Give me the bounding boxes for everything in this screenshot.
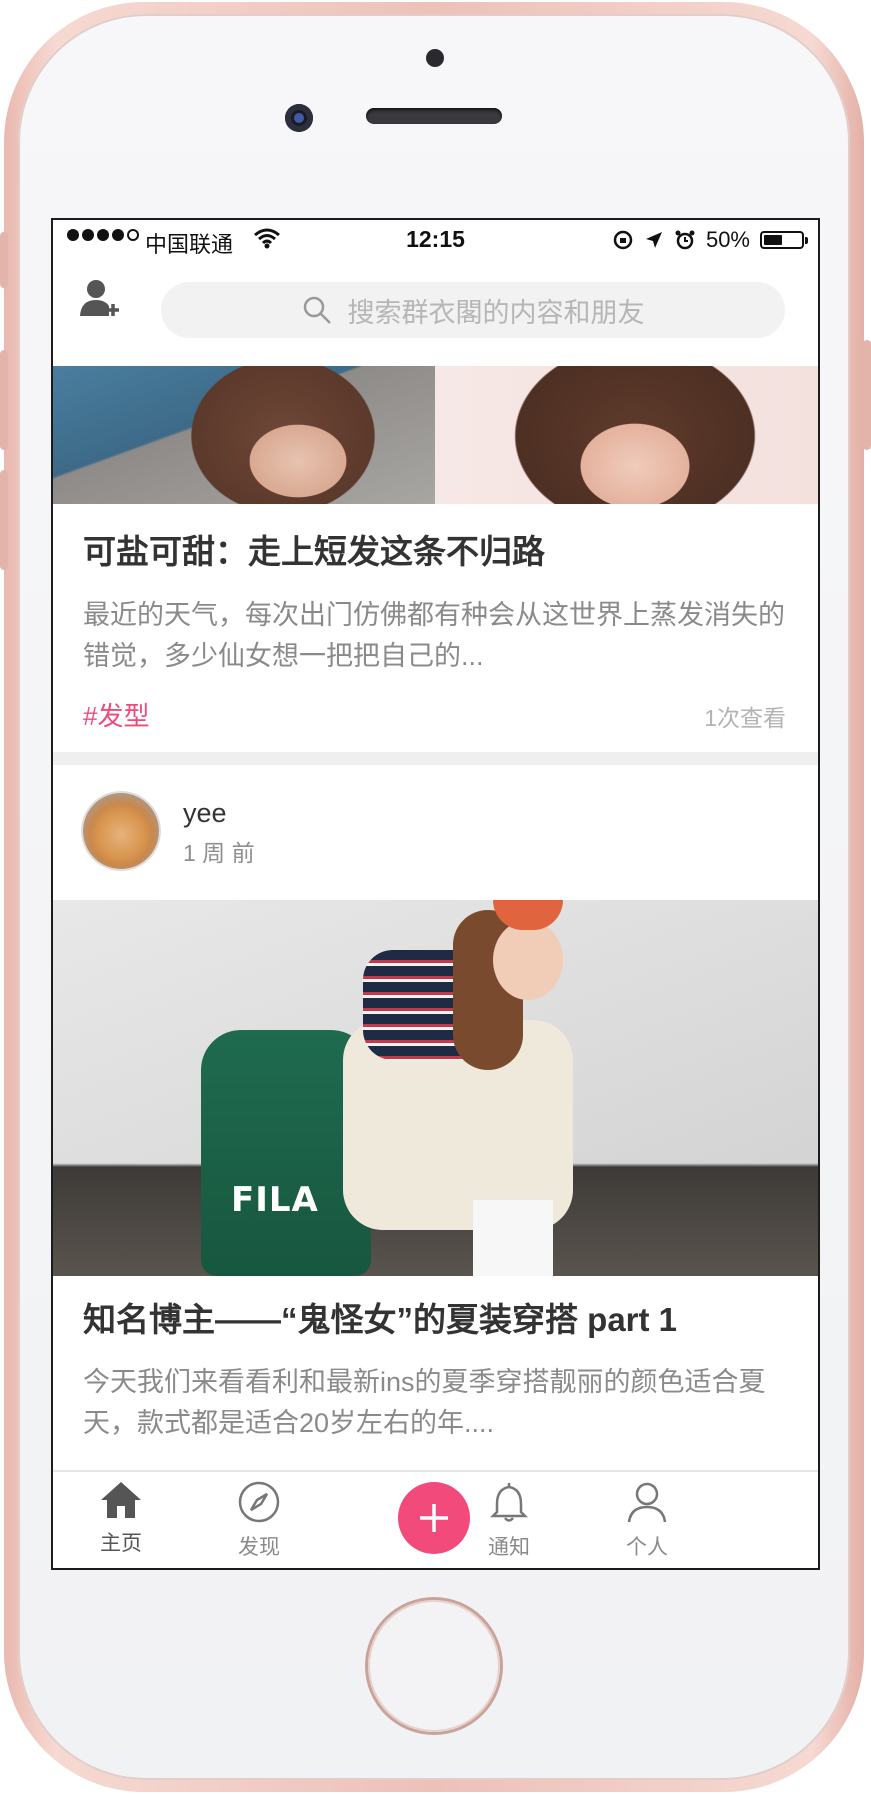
battery-icon — [760, 231, 808, 249]
tab-profile[interactable]: 个人 — [587, 1480, 707, 1561]
top-bar: 搜索群衣閣的内容和朋友 — [53, 260, 818, 344]
feed-divider — [53, 752, 818, 765]
volume-down-button — [0, 470, 8, 570]
bell-icon — [489, 1482, 529, 1522]
backpack-logo-text: FILA — [231, 1180, 319, 1220]
post-tag[interactable]: #发型 — [83, 696, 149, 733]
tab-discover-label: 发现 — [238, 1536, 280, 1559]
home-button[interactable] — [368, 1600, 500, 1732]
tab-bar: 主页 发现 通知 个人 — [53, 1470, 818, 1568]
add-friend-icon[interactable] — [79, 278, 121, 318]
post-excerpt[interactable]: 最近的天气，每次出门仿佛都有种会从这世界上蒸发消失的错觉，多少仙女想一把把自己的… — [83, 595, 795, 677]
front-camera — [285, 104, 313, 132]
alarm-icon — [675, 230, 695, 250]
author-name[interactable]: yee — [183, 798, 227, 829]
compass-icon — [238, 1481, 280, 1523]
search-placeholder: 搜索群衣閣的内容和朋友 — [347, 297, 645, 328]
status-right-group: 50% — [612, 227, 808, 253]
post-cover-image-right[interactable] — [435, 366, 818, 504]
mute-switch — [0, 232, 8, 288]
person-icon — [627, 1482, 667, 1523]
proximity-sensor — [426, 49, 444, 67]
person-graphic — [343, 900, 603, 1276]
tab-discover[interactable]: 发现 — [199, 1480, 319, 1561]
post-cover-image-left[interactable] — [53, 366, 435, 504]
tab-notifications-label: 通知 — [488, 1536, 530, 1559]
author-avatar[interactable] — [83, 793, 159, 869]
battery-percentage: 50% — [705, 227, 750, 252]
post-excerpt-2[interactable]: 今天我们来看看利和最新ins的夏季穿搭靓丽的颜色适合夏天，款式都是适合20岁左右… — [83, 1362, 795, 1444]
status-bar: 中国联通 12:15 50% — [53, 220, 818, 260]
home-icon — [101, 1482, 141, 1518]
tab-profile-label: 个人 — [626, 1536, 668, 1559]
location-arrow-icon — [645, 232, 662, 248]
post-view-count: 1次查看 — [704, 705, 786, 731]
post-title[interactable]: 可盐可甜：走上短发这条不归路 — [83, 525, 545, 573]
tab-notifications[interactable]: 通知 — [449, 1480, 569, 1561]
post-cover-images[interactable] — [53, 366, 818, 504]
rotation-lock-icon — [613, 230, 633, 250]
earpiece-speaker — [366, 108, 502, 124]
post-title-2[interactable]: 知名博主——“鬼怪女”的夏装穿搭 part 1 — [83, 1293, 677, 1341]
tab-home[interactable]: 主页 — [61, 1480, 181, 1557]
search-bar[interactable]: 搜索群衣閣的内容和朋友 — [161, 282, 785, 338]
post-time: 1 周 前 — [183, 840, 255, 866]
search-icon — [303, 296, 331, 324]
plus-icon — [420, 1504, 448, 1532]
tab-home-label: 主页 — [100, 1532, 142, 1555]
volume-up-button — [0, 350, 8, 450]
app-screen: 中国联通 12:15 50% 搜索群衣閣的内容和朋友 可盐可甜：走上短发这条不归… — [53, 220, 818, 1568]
post-image[interactable]: FILA — [53, 900, 818, 1276]
power-button — [863, 340, 871, 450]
